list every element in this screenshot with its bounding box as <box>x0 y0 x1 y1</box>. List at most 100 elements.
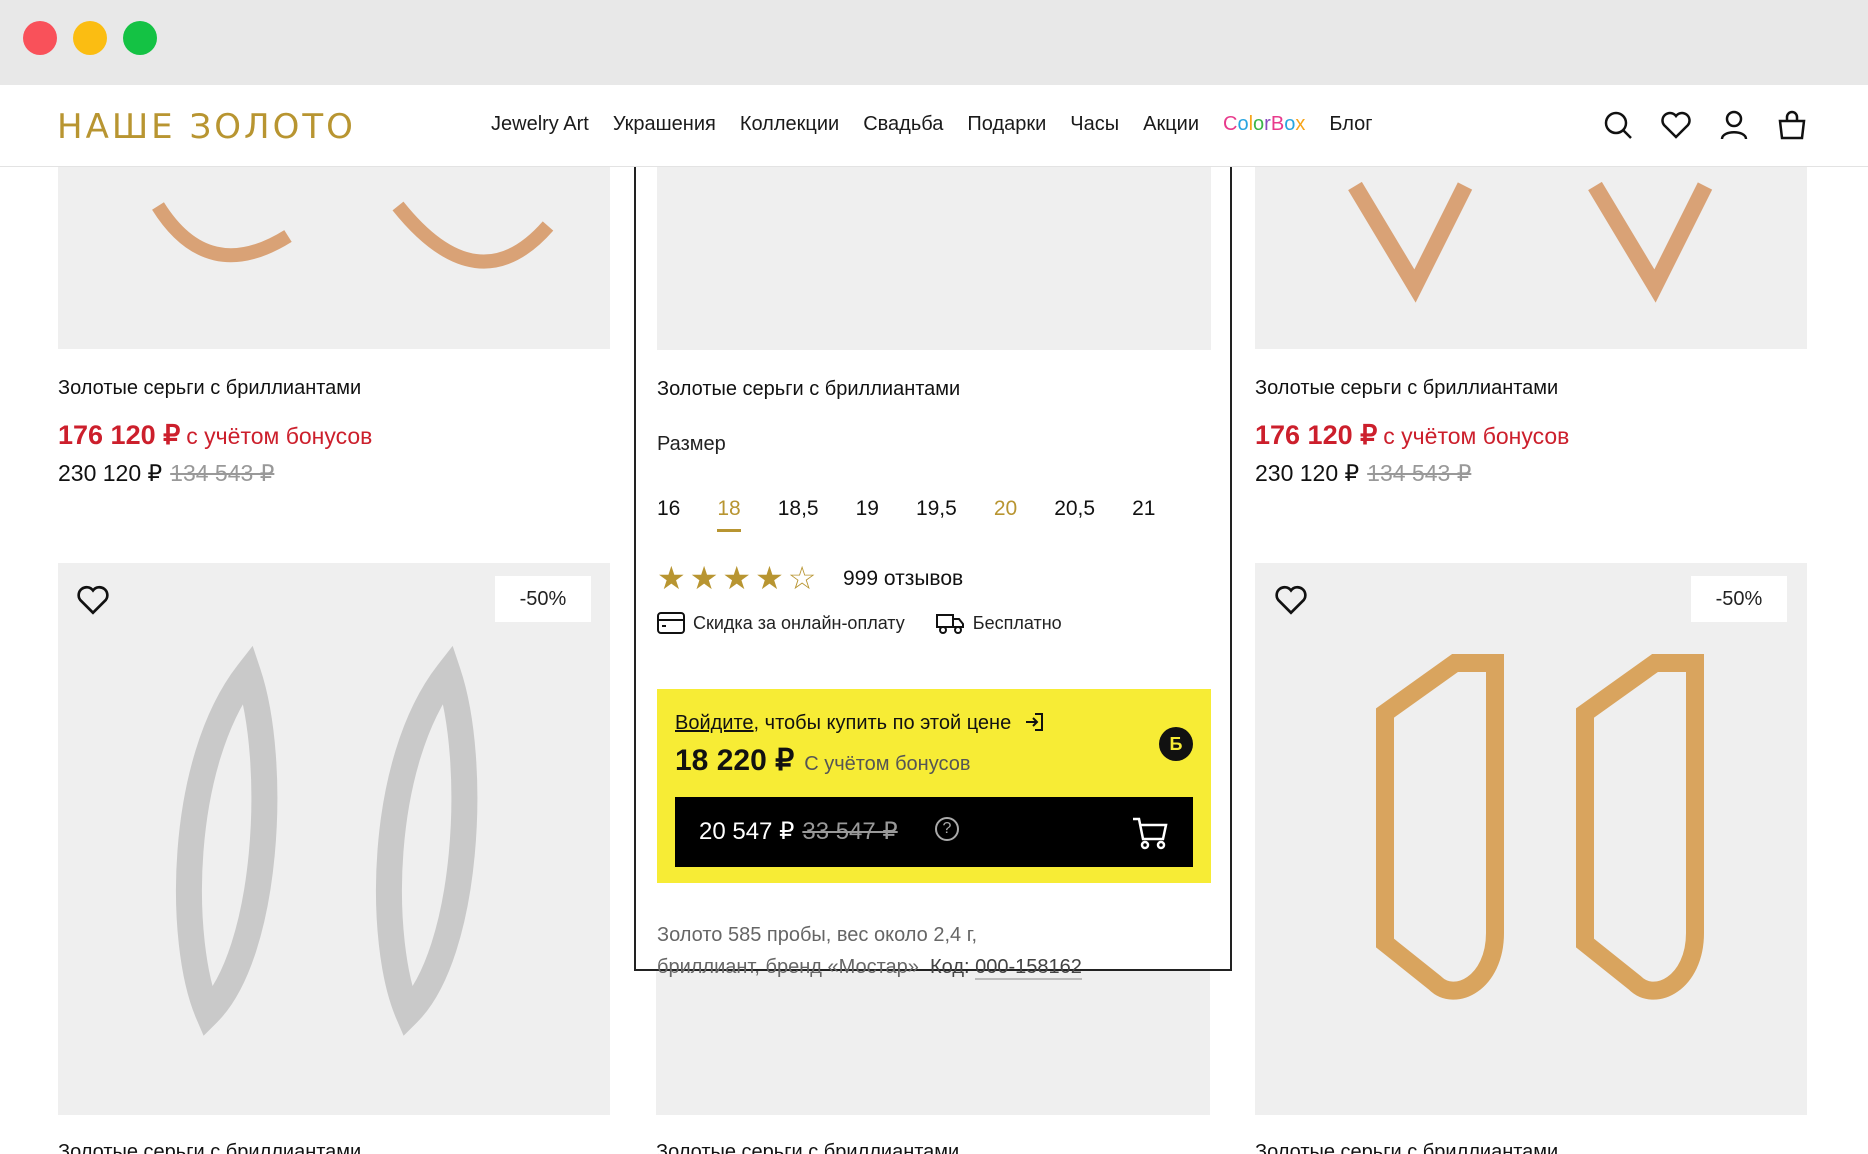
colorbox-letter: r <box>1264 113 1271 135</box>
star-filled-icon: ★ <box>722 560 752 596</box>
size-option[interactable]: 18,5 <box>778 497 819 532</box>
size-option[interactable]: 19,5 <box>916 497 957 532</box>
buy-price: 20 547 ₽ 33 547 ₽ <box>699 817 898 846</box>
bonus-price-value: 18 220 ₽ <box>675 744 795 777</box>
nav-item-gifts[interactable]: Подарки <box>967 113 1046 136</box>
nav-item-jewelry[interactable]: Украшения <box>613 113 716 136</box>
discount-badge: -50% <box>1691 576 1787 622</box>
maximize-window-button[interactable] <box>123 21 157 55</box>
nav-item-wedding[interactable]: Свадьба <box>863 113 943 136</box>
discount-badge: -50% <box>495 576 591 622</box>
bonus-price-value: 176 120 ₽ <box>1255 420 1378 450</box>
product-title[interactable]: Золотые серьги с бриллиантами <box>58 377 361 400</box>
bonus-price-value: 176 120 ₽ <box>58 420 181 450</box>
heart-icon[interactable] <box>1660 109 1692 141</box>
bonus-note: С учётом бонусов <box>804 753 971 775</box>
earring-image <box>152 201 554 269</box>
minimize-window-button[interactable] <box>73 21 107 55</box>
colorbox-letter: B <box>1270 113 1285 135</box>
heart-icon[interactable] <box>1274 583 1308 617</box>
login-link[interactable]: Войдите <box>675 712 754 734</box>
product-quick-view: Золотые серьги с бриллиантами Размер 16 … <box>634 125 1232 980</box>
feature-delivery: Бесплатно <box>935 612 1062 634</box>
buy-price-value: 20 547 ₽ <box>699 818 795 845</box>
star-filled-icon: ★ <box>689 560 719 596</box>
feature-online-payment: Скидка за онлайн-оплату <box>657 612 905 634</box>
close-window-button[interactable] <box>23 21 57 55</box>
code-value[interactable]: 000-158162 <box>975 956 1082 980</box>
login-rest: , чтобы купить по этой цене <box>753 712 1012 734</box>
size-options: 16 18 18,5 19 19,5 20 20,5 21 <box>657 497 1192 532</box>
product-title[interactable]: Золотые серьги с бриллиантами <box>1255 1141 1558 1154</box>
page: НАШЕ ЗОЛОТО Jewelry Art Украшения Коллек… <box>0 85 1868 1154</box>
truck-icon <box>935 614 964 634</box>
old-price: 134 543 ₽ <box>1367 460 1472 486</box>
price-line: 230 120 ₽ 134 543 ₽ <box>1255 460 1471 487</box>
earring-image <box>1348 181 1713 303</box>
cart-icon <box>1133 817 1168 850</box>
bonus-note: с учётом бонусов <box>186 423 373 449</box>
product-image[interactable] <box>656 969 1210 1115</box>
size-label: Размер <box>657 433 726 455</box>
login-icon[interactable] <box>1023 711 1045 733</box>
heart-icon[interactable] <box>76 583 110 617</box>
price: 230 120 ₽ <box>1255 460 1360 486</box>
add-to-cart-button[interactable]: 20 547 ₽ 33 547 ₽ ? <box>675 797 1193 867</box>
feature-online-label: Скидка за онлайн-оплату <box>693 612 905 633</box>
bag-icon[interactable] <box>1776 109 1808 141</box>
product-image[interactable] <box>1255 563 1807 1115</box>
product-image[interactable] <box>58 166 610 349</box>
bonus-price: 18 220 ₽ С учётом бонусов <box>675 743 970 778</box>
colorbox-letter: C <box>1223 113 1238 135</box>
buy-old-price: 33 547 ₽ <box>802 818 898 845</box>
earring-image <box>1376 654 1704 1000</box>
price-line: 230 120 ₽ 134 543 ₽ <box>58 460 274 487</box>
product-title[interactable]: Золотые серьги с бриллиантами <box>1255 377 1558 400</box>
site-logo[interactable]: НАШЕ ЗОЛОТО <box>57 107 356 147</box>
size-option[interactable]: 21 <box>1132 497 1155 532</box>
user-icon[interactable] <box>1718 109 1750 141</box>
help-icon[interactable]: ? <box>935 817 959 841</box>
bonus-price: 176 120 ₽ с учётом бонусов <box>58 420 372 451</box>
features: Скидка за онлайн-оплату Бесплатно <box>657 612 1062 634</box>
product-title[interactable]: Золотые серьги с бриллиантами <box>656 1141 959 1154</box>
star-filled-icon: ★ <box>755 560 784 596</box>
product-title[interactable]: Золотые серьги с бриллиантами <box>657 378 960 401</box>
reviews-link[interactable]: 999 отзывов <box>843 567 963 591</box>
bonus-note: с учётом бонусов <box>1383 423 1570 449</box>
product-image[interactable] <box>1255 166 1807 349</box>
description-line: Золото 585 пробы, вес около 2,4 г, <box>657 924 978 946</box>
rating-stars: ★ ★ ★ ★ ☆ <box>657 559 816 597</box>
size-option[interactable]: 16 <box>657 497 680 532</box>
price: 230 120 ₽ <box>58 460 163 486</box>
earring-image <box>175 645 478 1036</box>
description-line: бриллиант, бренд «Мостар» Код: 000-15816… <box>657 951 1217 983</box>
colorbox-letter: x <box>1295 113 1306 135</box>
size-option[interactable]: 20,5 <box>1054 497 1095 532</box>
nav-item-sales[interactable]: Акции <box>1143 113 1199 136</box>
window-titlebar <box>0 0 1868 85</box>
card-icon <box>657 612 685 634</box>
description-brand: бриллиант, бренд «Мостар» <box>657 956 919 978</box>
header-icons <box>1602 109 1808 141</box>
site-header: НАШЕ ЗОЛОТО Jewelry Art Украшения Коллек… <box>0 85 1868 167</box>
nav-item-colorbox[interactable]: ColorBox <box>1223 113 1305 136</box>
nav-item-collections[interactable]: Коллекции <box>740 113 839 136</box>
feature-delivery-label: Бесплатно <box>972 612 1062 633</box>
nav-item-blog[interactable]: Блог <box>1329 113 1372 136</box>
nav-item-watches[interactable]: Часы <box>1070 113 1119 136</box>
product-title[interactable]: Золотые серьги с бриллиантами <box>58 1141 361 1154</box>
size-option-selected[interactable]: 18 <box>717 497 741 532</box>
product-image[interactable] <box>58 563 610 1115</box>
login-prompt: Войдите, чтобы купить по этой цене <box>675 711 1045 735</box>
bonus-price: 176 120 ₽ с учётом бонусов <box>1255 420 1569 451</box>
colorbox-letter: o <box>1284 113 1296 135</box>
star-empty-icon: ☆ <box>787 560 817 596</box>
size-option[interactable]: 19 <box>856 497 879 532</box>
product-description: Золото 585 пробы, вес около 2,4 г, брилл… <box>657 919 1217 983</box>
size-option[interactable]: 20 <box>994 497 1017 532</box>
star-filled-icon: ★ <box>657 560 686 596</box>
nav-item-jewelry-art[interactable]: Jewelry Art <box>491 113 589 136</box>
main-nav: Jewelry Art Украшения Коллекции Свадьба … <box>491 113 1373 136</box>
search-icon[interactable] <box>1602 109 1634 141</box>
